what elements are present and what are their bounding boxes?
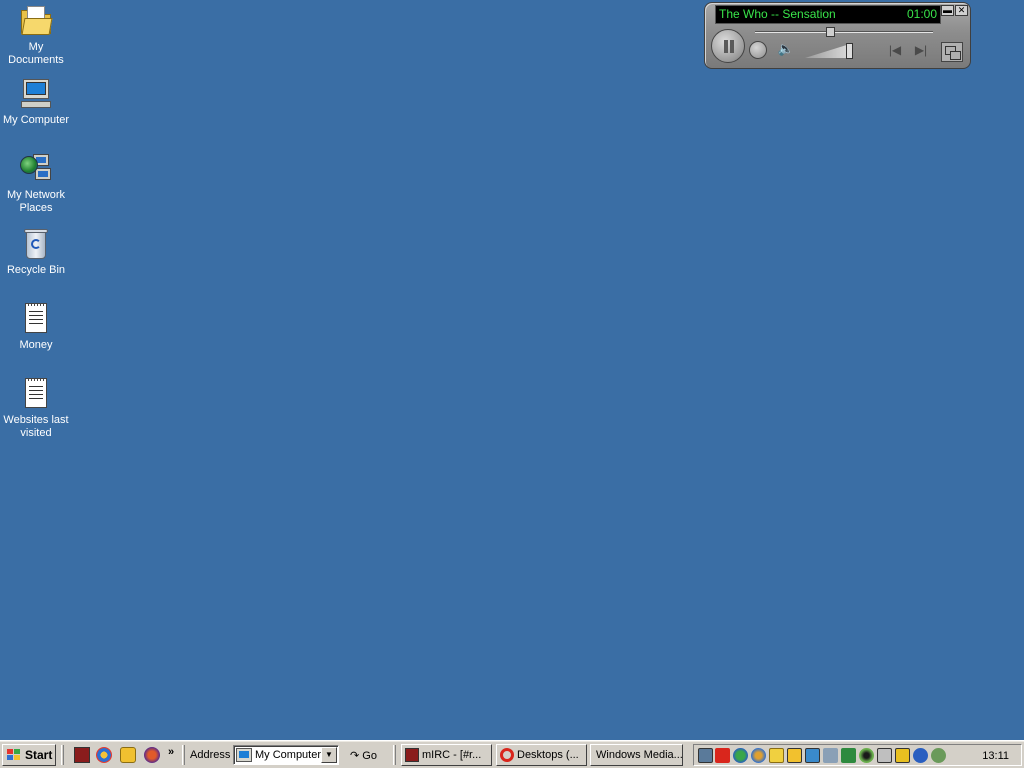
desktop-icon-websites-last-visited[interactable]: Websites last visited xyxy=(0,377,72,440)
switch-to-full-mode-button[interactable] xyxy=(941,42,963,62)
network-connection-tray-icon[interactable] xyxy=(823,748,838,763)
battery-tray-icon[interactable] xyxy=(877,748,892,763)
chevron-more-icon[interactable]: » xyxy=(168,746,174,758)
chevron-down-icon[interactable]: ▼ xyxy=(321,747,337,763)
desktop-icon-label: Websites last visited xyxy=(3,414,69,439)
text-document-icon xyxy=(19,302,53,336)
norton-tray-icon[interactable] xyxy=(787,748,802,763)
my-computer-icon xyxy=(19,77,53,111)
desktop-icon-money[interactable]: Money xyxy=(0,302,72,352)
eye-tray-icon[interactable] xyxy=(859,748,874,763)
previous-track-button[interactable]: |◀ xyxy=(885,42,905,58)
desktop-icon-recycle-bin[interactable]: Recycle Bin xyxy=(0,227,72,277)
display-tray-icon[interactable] xyxy=(805,748,820,763)
task-button-desktops[interactable]: Desktops (... xyxy=(496,744,587,766)
browser-icon[interactable] xyxy=(144,747,160,763)
seek-bar[interactable] xyxy=(755,27,933,37)
taskbar-clock[interactable]: 13:11 xyxy=(982,750,1009,762)
globe-tray-icon[interactable] xyxy=(751,748,766,763)
task-button-windows-media[interactable]: Windows Media... xyxy=(590,744,683,766)
go-button[interactable]: ↷ Go xyxy=(350,749,377,762)
seek-thumb[interactable] xyxy=(826,27,835,37)
text-document-icon xyxy=(19,377,53,411)
desktop-icon-my-network-places[interactable]: My Network Places xyxy=(0,152,72,215)
desktop-icon-label: My Computer xyxy=(2,114,70,126)
task-button-mirc[interactable]: mIRC - [#r... xyxy=(401,744,492,766)
zonealarm-tray-icon[interactable] xyxy=(895,748,910,763)
taskbar: Start » Address My Computer ▼ ↷ Go mIRC … xyxy=(0,740,1024,768)
toolbar-grip[interactable] xyxy=(61,745,64,765)
clock-tray-icon[interactable] xyxy=(931,748,946,763)
start-button[interactable]: Start xyxy=(2,744,56,766)
desktop-icon-my-computer[interactable]: My Computer xyxy=(0,77,72,127)
next-track-button[interactable]: ▶| xyxy=(911,42,931,58)
track-time: 01:00 xyxy=(906,7,937,21)
minimize-button[interactable]: ▬ xyxy=(941,5,954,16)
go-arrow-icon: ↷ xyxy=(350,750,360,762)
pause-button[interactable] xyxy=(711,29,745,63)
media-player-icon[interactable] xyxy=(96,747,112,763)
windows-logo-icon xyxy=(7,749,21,761)
mirc-icon[interactable] xyxy=(74,747,90,763)
my-documents-folder-icon xyxy=(19,4,53,38)
task-label: Desktops (... xyxy=(517,749,579,761)
mute-icon[interactable]: 🔈 xyxy=(776,41,796,57)
track-title: The Who -- Sensation xyxy=(719,7,836,21)
desktop-icon-my-documents[interactable]: My Documents xyxy=(0,4,72,67)
volume-thumb[interactable] xyxy=(846,43,853,59)
desktop-icon-label: Recycle Bin xyxy=(6,264,66,276)
messenger-tray-icon[interactable] xyxy=(733,748,748,763)
media-player-window[interactable]: The Who -- Sensation 01:00 ▬ ✕ 🔈 |◀ ▶| xyxy=(704,2,971,69)
now-playing-display: The Who -- Sensation 01:00 xyxy=(715,5,941,24)
my-computer-icon xyxy=(236,748,252,762)
task-label: Windows Media... xyxy=(596,749,683,761)
cat-tray-icon[interactable] xyxy=(769,748,784,763)
mirc-icon xyxy=(405,748,419,762)
accessibility-tray-icon[interactable] xyxy=(913,748,928,763)
task-label: mIRC - [#r... xyxy=(422,749,482,761)
wireless-tray-icon[interactable] xyxy=(841,748,856,763)
go-label: Go xyxy=(362,750,377,762)
network-places-icon xyxy=(19,152,53,186)
toolbar-grip[interactable] xyxy=(393,745,396,765)
clock-app-icon[interactable] xyxy=(120,747,136,763)
close-button[interactable]: ✕ xyxy=(955,5,968,16)
address-input[interactable]: My Computer ▼ xyxy=(233,745,339,765)
desktop-icon-label: My Network Places xyxy=(6,189,66,214)
recycle-bin-icon xyxy=(19,227,53,261)
system-tray: 13:11 xyxy=(693,744,1022,766)
desktop-icon-label: My Documents xyxy=(8,41,64,66)
opera-icon xyxy=(500,748,514,762)
address-value: My Computer xyxy=(255,749,322,761)
start-label: Start xyxy=(25,748,53,762)
address-label: Address xyxy=(190,749,231,761)
desktop-icon-label: Money xyxy=(19,339,53,351)
stop-button[interactable] xyxy=(749,41,767,59)
network-tray-icon[interactable] xyxy=(698,748,713,763)
toolbar-grip[interactable] xyxy=(182,745,185,765)
adobe-tray-icon[interactable] xyxy=(715,748,730,763)
